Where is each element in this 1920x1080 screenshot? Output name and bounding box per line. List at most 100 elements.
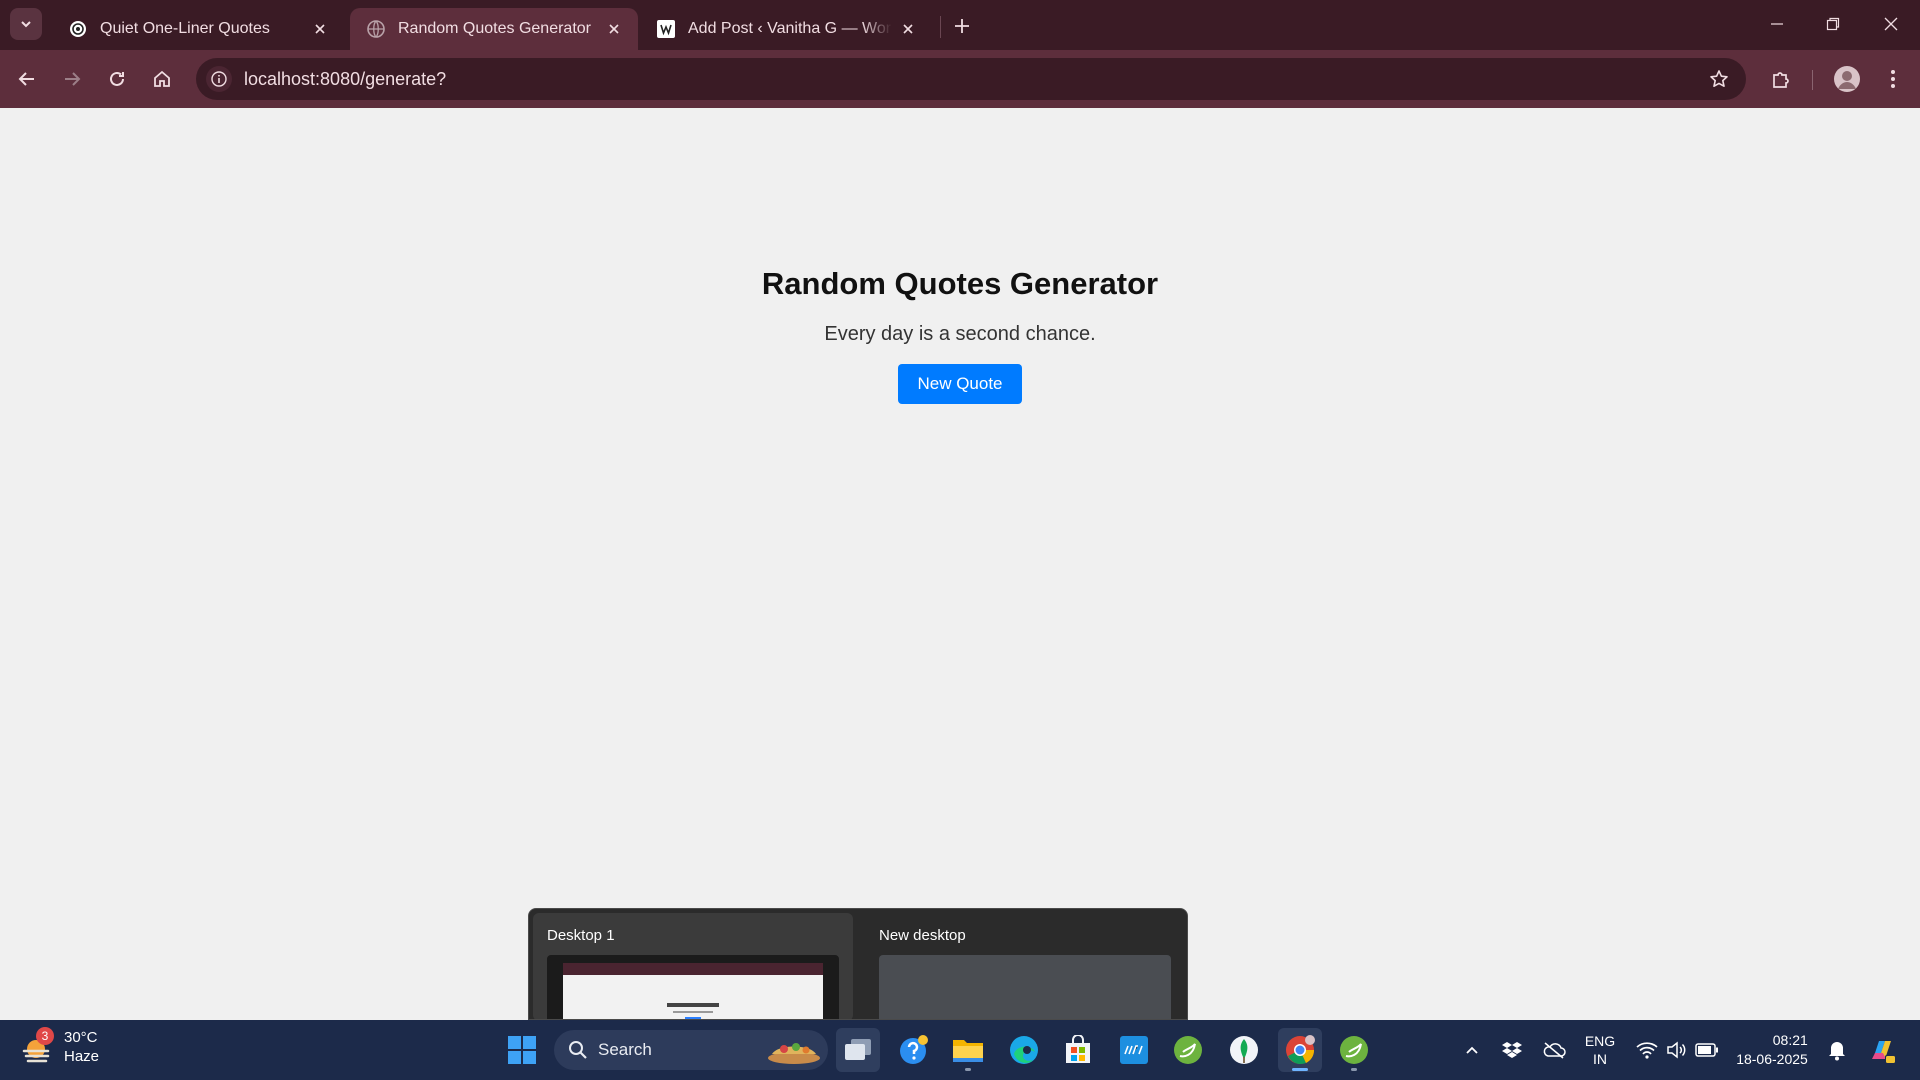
taskbar-task-view[interactable]	[836, 1028, 880, 1072]
weather-widget[interactable]: 3 30°C Haze	[20, 1027, 99, 1066]
desktop-thumbnail[interactable]	[547, 955, 839, 1019]
taskbar-file-explorer[interactable]	[946, 1028, 990, 1072]
tab-quiet-one-liner-quotes[interactable]: Quiet One-Liner Quotes	[52, 8, 344, 50]
openai-icon	[68, 19, 88, 39]
toolbar-separator	[1812, 70, 1813, 90]
clock-date: 18-06-2025	[1736, 1051, 1808, 1067]
spring-tools-icon	[1340, 1036, 1368, 1064]
tray-copilot[interactable]	[1862, 1020, 1902, 1080]
arrow-left-icon	[18, 72, 34, 86]
taskbar-search[interactable]: Search	[554, 1030, 828, 1070]
notification-badge: 3	[36, 1027, 54, 1045]
task-view-flyout: Desktop 1 New desktop	[528, 908, 1188, 1020]
taskbar-edge[interactable]	[1002, 1028, 1046, 1072]
language-indicator[interactable]: ENG IN	[1578, 1020, 1622, 1080]
minimize-button[interactable]	[1754, 4, 1800, 44]
tray-dropbox[interactable]	[1496, 1020, 1528, 1080]
tray-volume[interactable]	[1660, 1020, 1694, 1080]
back-button[interactable]	[10, 62, 44, 96]
windows-icon	[508, 1036, 536, 1064]
new-desktop-thumbnail[interactable]	[879, 955, 1171, 1019]
tab-add-post-wordpress[interactable]: Add Post ‹ Vanitha G — WordPress	[640, 8, 932, 50]
clock-time: 08:21	[1772, 1032, 1808, 1048]
desktop-label: New desktop	[879, 927, 966, 944]
close-tab-icon[interactable]	[898, 19, 918, 39]
page-title: Random Quotes Generator	[761, 266, 1159, 301]
new-tab-button[interactable]	[948, 12, 976, 40]
close-window-button[interactable]	[1868, 4, 1914, 44]
home-button[interactable]	[145, 62, 179, 96]
taskbar-chrome[interactable]	[1278, 1028, 1322, 1072]
thumbnail-title	[667, 1003, 719, 1007]
new-quote-button[interactable]: New Quote	[898, 364, 1022, 404]
close-tab-icon[interactable]	[604, 19, 624, 39]
search-label: Search	[598, 1040, 652, 1059]
myhp-icon	[1120, 1036, 1148, 1064]
page-content: Random Quotes Generator Every day is a s…	[0, 108, 1920, 1020]
tray-notifications[interactable]	[1822, 1020, 1852, 1080]
chevron-down-icon	[21, 21, 31, 28]
restore-icon	[1826, 17, 1840, 31]
running-indicator	[965, 1068, 971, 1071]
forward-button[interactable]	[55, 62, 89, 96]
desktop-1-card[interactable]: Desktop 1	[533, 913, 853, 1019]
reload-button[interactable]	[100, 62, 134, 96]
plus-icon	[955, 19, 969, 33]
task-view-icon	[845, 1039, 871, 1060]
more-vertical-icon	[1891, 70, 1895, 88]
taskbar-help[interactable]	[892, 1028, 936, 1072]
profile-avatar[interactable]	[1830, 62, 1864, 96]
bookmark-star-icon[interactable]	[1706, 66, 1732, 92]
volume-icon	[1667, 1041, 1686, 1059]
chrome-icon	[1286, 1035, 1315, 1065]
mongodb-icon	[1230, 1036, 1258, 1064]
file-explorer-icon	[953, 1040, 983, 1062]
wordpress-icon	[656, 19, 676, 39]
wifi-icon	[1636, 1042, 1658, 1059]
battery-icon	[1695, 1043, 1718, 1057]
restore-button[interactable]	[1810, 4, 1856, 44]
thumbnail-browser-bar	[563, 963, 823, 975]
start-button[interactable]	[500, 1028, 544, 1072]
chevron-up-icon	[1466, 1046, 1478, 1054]
tray-onedrive[interactable]	[1536, 1020, 1572, 1080]
tab-search-button[interactable]	[10, 8, 42, 40]
help-icon	[900, 1035, 928, 1064]
taskbar-mongodb[interactable]	[1222, 1028, 1266, 1072]
globe-icon	[366, 19, 386, 39]
spring-tools-icon	[1174, 1036, 1202, 1064]
cloud-offline-icon	[1543, 1042, 1566, 1059]
dropbox-icon	[1502, 1042, 1522, 1058]
arrow-right-icon	[65, 72, 81, 86]
tab-random-quotes-generator[interactable]: Random Quotes Generator	[350, 8, 638, 50]
tray-wifi[interactable]	[1630, 1020, 1664, 1080]
weather-text: 30°C Haze	[64, 1028, 99, 1066]
address-bar[interactable]: localhost:8080/generate?	[196, 58, 1746, 100]
running-indicator	[1292, 1068, 1308, 1071]
weather-condition: Haze	[64, 1048, 100, 1065]
taskbar-store[interactable]	[1056, 1028, 1100, 1072]
clock[interactable]: 08:21 18-06-2025	[1728, 1020, 1816, 1080]
browser-toolbar: localhost:8080/generate?	[0, 50, 1920, 108]
extensions-button[interactable]	[1764, 62, 1798, 96]
taskbar-spring-tools-2[interactable]	[1332, 1028, 1376, 1072]
browser-menu-button[interactable]	[1876, 62, 1910, 96]
show-hidden-icons-button[interactable]	[1456, 1020, 1488, 1080]
site-info-icon[interactable]	[206, 66, 232, 92]
taskbar-spring-tools[interactable]	[1166, 1028, 1210, 1072]
thumbnail-preview	[563, 963, 823, 1019]
tray-battery[interactable]	[1690, 1020, 1724, 1080]
weather-temp: 30°C	[64, 1029, 98, 1046]
taskbar: 3 30°C Haze Search ENG IN 08:21 18-06-20…	[0, 1020, 1920, 1080]
thumbnail-quote	[673, 1011, 713, 1013]
reload-icon	[110, 71, 124, 86]
url-text[interactable]: localhost:8080/generate?	[244, 69, 446, 90]
close-tab-icon[interactable]	[310, 19, 330, 39]
bell-snooze-icon	[1829, 1042, 1845, 1061]
language-line-2: IN	[1593, 1051, 1607, 1067]
new-desktop-card[interactable]: New desktop	[865, 913, 1185, 1019]
desktop-label: Desktop 1	[547, 927, 615, 944]
search-highlight-food-icon	[768, 1043, 820, 1064]
taskbar-myhp[interactable]	[1112, 1028, 1156, 1072]
edge-icon	[1010, 1036, 1038, 1064]
